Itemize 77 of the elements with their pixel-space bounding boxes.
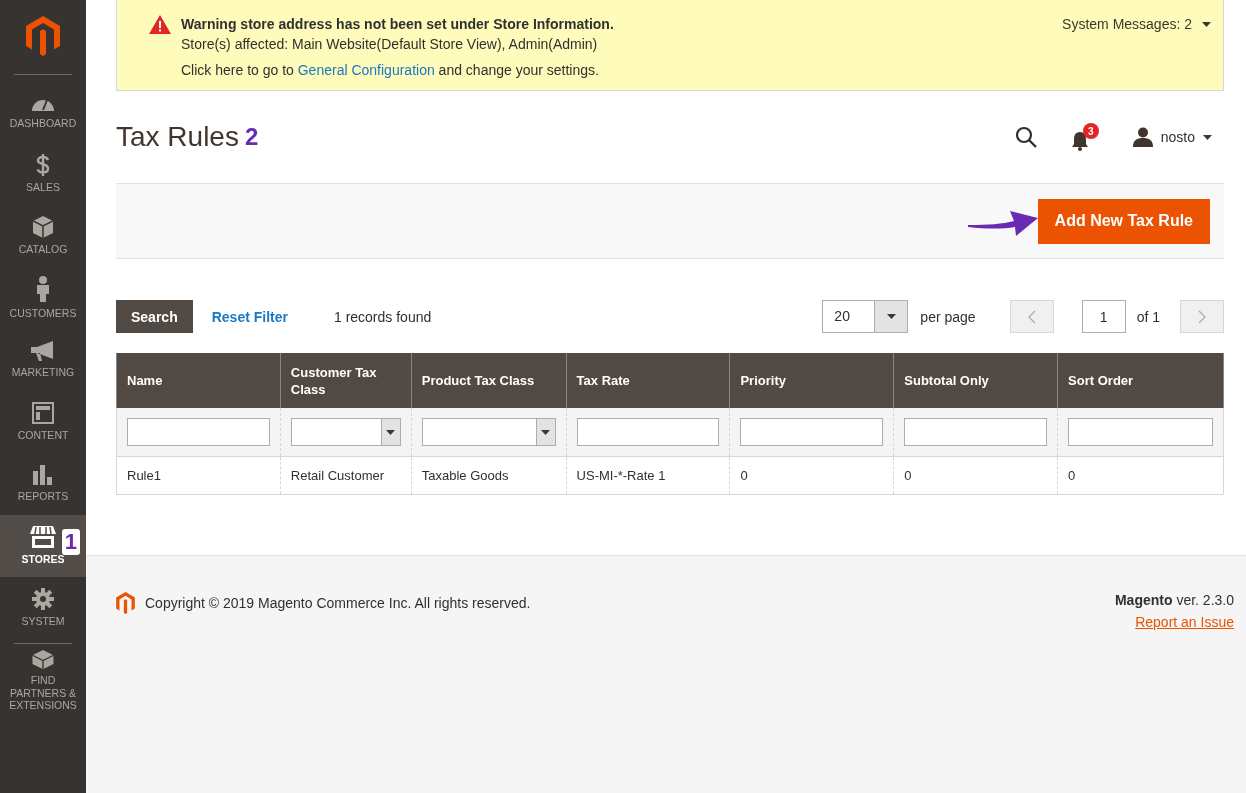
filter-field[interactable] [740, 418, 884, 446]
records-count: 1 records found [333, 308, 432, 325]
search-button[interactable]: Search [116, 300, 193, 333]
dollar-icon [36, 154, 50, 177]
blocks-icon [31, 650, 55, 670]
logo-icon [116, 592, 135, 614]
megaphone-icon [31, 341, 55, 362]
sidebar-item[interactable]: REPORTS [0, 453, 86, 515]
notification-count: 3 [1082, 123, 1099, 139]
bar-chart-icon [33, 465, 53, 486]
sidebar-item[interactable]: CONTENT [0, 391, 86, 453]
add-tax-rule-button[interactable]: Add New Tax Rule [1037, 198, 1210, 244]
page-total: of 1 [1136, 308, 1160, 325]
table-cell: Rule1 [116, 456, 281, 495]
sidebar-item[interactable]: SALES [0, 143, 86, 205]
page-number-field[interactable]: 1 [1081, 300, 1126, 333]
user-icon [1132, 127, 1153, 147]
page-title: Tax Rules [116, 121, 239, 153]
version-text: Magento ver. 2.3.0 [1114, 592, 1234, 608]
report-issue-link[interactable]: Report an Issue [1135, 614, 1234, 630]
sidebar-item[interactable]: CATALOG [0, 205, 86, 267]
bell-icon [1070, 131, 1089, 151]
settings-icon [32, 588, 54, 611]
table-cell: US-MI-*-Rate 1 [566, 456, 730, 495]
next-page-button[interactable] [1180, 300, 1224, 333]
column-header[interactable]: Tax Rate [566, 353, 730, 408]
sidebar-item[interactable]: MARKETING [0, 329, 86, 391]
table-cell: Retail Customer [280, 456, 412, 495]
table-cell: Taxable Goods [411, 456, 567, 495]
column-header[interactable]: Subtotal Only [893, 353, 1058, 408]
sidebar-item[interactable]: CUSTOMERS [0, 267, 86, 329]
per-page-label: per page [920, 308, 976, 325]
sidebar-item[interactable]: DASHBOARD [0, 81, 86, 143]
caret-icon [541, 429, 551, 435]
box-icon [33, 216, 53, 239]
previous-page-button[interactable] [1009, 300, 1054, 333]
search-icon[interactable] [1014, 126, 1037, 148]
message-title: Warning store address has not been set under Store Information. [181, 15, 615, 34]
notifications-button[interactable]: 3 [1070, 123, 1099, 151]
caret-icon [386, 429, 396, 435]
user-menu[interactable]: nosto [1132, 127, 1212, 147]
filter-field[interactable] [127, 418, 270, 446]
column-header[interactable]: Name [116, 353, 281, 408]
annotation-number: 2 [244, 123, 259, 151]
column-header[interactable]: Sort Order [1057, 353, 1224, 408]
storefront-icon [30, 526, 56, 549]
copyright-text: Copyright © 2019 Magento Commerce Inc. All rights reserved. [145, 595, 531, 611]
logo-icon[interactable] [26, 16, 60, 56]
caret-icon [886, 314, 896, 319]
sidebar-item[interactable]: FIND PARTNERS & EXTENSIONS [0, 650, 86, 712]
per-page-select[interactable]: 20 [822, 300, 909, 333]
table-cell: 0 [893, 456, 1058, 495]
table-cell: 0 [729, 456, 894, 495]
chevron-left-icon [1027, 309, 1036, 324]
sidebar-item[interactable]: STORES 1 [0, 515, 86, 577]
warning-icon [149, 15, 171, 34]
layout-icon [32, 402, 54, 425]
filter-select[interactable] [421, 418, 556, 446]
chevron-right-icon [1198, 309, 1206, 324]
annotation-number: 1 [61, 529, 80, 555]
system-messages-toggle[interactable]: System Messages: 2 [1062, 14, 1211, 34]
filter-field[interactable] [576, 418, 720, 446]
filter-field[interactable] [1068, 418, 1213, 446]
column-header[interactable]: Priority [729, 353, 894, 408]
filter-select[interactable] [290, 418, 401, 446]
config-link[interactable]: General Configuration [297, 62, 435, 78]
column-header[interactable]: Customer Tax Class [280, 353, 412, 408]
message-text: Store(s) affected: Main Website(Default Store View), Admin(Admin) [181, 35, 599, 54]
caret-icon [1203, 134, 1212, 140]
table-cell: 0 [1057, 456, 1224, 495]
filter-field[interactable] [904, 418, 1048, 446]
column-header[interactable]: Product Tax Class [411, 353, 567, 408]
person-icon [36, 276, 50, 303]
caret-icon [1202, 21, 1211, 27]
message-text: Click here to go to General Configuration and change your settings. [181, 61, 600, 80]
sidebar-item[interactable]: SYSTEM [0, 577, 86, 639]
reset-filter-link[interactable]: Reset Filter [211, 308, 288, 325]
